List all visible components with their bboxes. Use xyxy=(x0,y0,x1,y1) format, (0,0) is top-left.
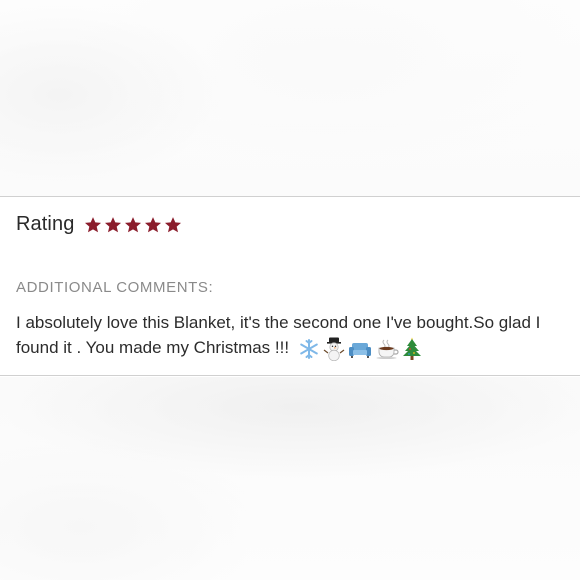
review-card: Rating ADDITIONAL COMMENTS: I absolutely… xyxy=(0,196,580,376)
star-icon xyxy=(124,216,142,234)
comment-emojis xyxy=(298,337,422,361)
star-icon xyxy=(144,216,162,234)
comment-body: I absolutely love this Blanket, it's the… xyxy=(16,310,568,361)
couch-icon xyxy=(348,339,372,359)
blurred-background-top xyxy=(0,0,580,196)
snowflake-icon xyxy=(298,338,320,360)
christmas-tree-icon xyxy=(402,337,422,361)
additional-comments-label: ADDITIONAL COMMENTS: xyxy=(16,279,214,296)
rating-row: Rating xyxy=(16,213,182,236)
rating-label: Rating xyxy=(16,213,75,235)
star-icon xyxy=(84,216,102,234)
star-rating xyxy=(84,216,182,234)
coffee-icon xyxy=(375,339,399,359)
blurred-background-bottom xyxy=(0,377,580,580)
star-icon xyxy=(164,216,182,234)
snowman-icon xyxy=(323,337,345,361)
star-icon xyxy=(104,216,122,234)
comment-text: I absolutely love this Blanket, it's the… xyxy=(16,313,541,357)
